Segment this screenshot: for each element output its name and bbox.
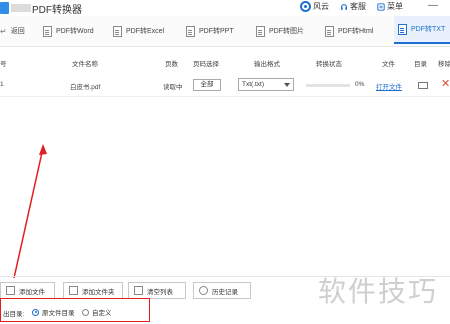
- clear-list-button[interactable]: 清空列表: [128, 282, 186, 299]
- history-label: 历史记录: [212, 288, 238, 296]
- trash-icon: [134, 286, 143, 295]
- watermark: 软件技巧: [318, 275, 439, 308]
- history-button[interactable]: 历史记录: [193, 282, 251, 299]
- add-folder-label: 添加文件夹: [82, 288, 115, 296]
- highlight-box: [0, 298, 150, 322]
- add-folder-button[interactable]: 添加文件夹: [63, 282, 123, 299]
- folder-add-icon: [69, 286, 78, 295]
- add-file-label: 添加文件: [19, 288, 45, 296]
- add-file-icon: [6, 286, 15, 295]
- clock-icon: [199, 286, 208, 295]
- add-file-button[interactable]: 添加文件: [0, 282, 55, 299]
- clear-list-label: 清空列表: [147, 288, 173, 296]
